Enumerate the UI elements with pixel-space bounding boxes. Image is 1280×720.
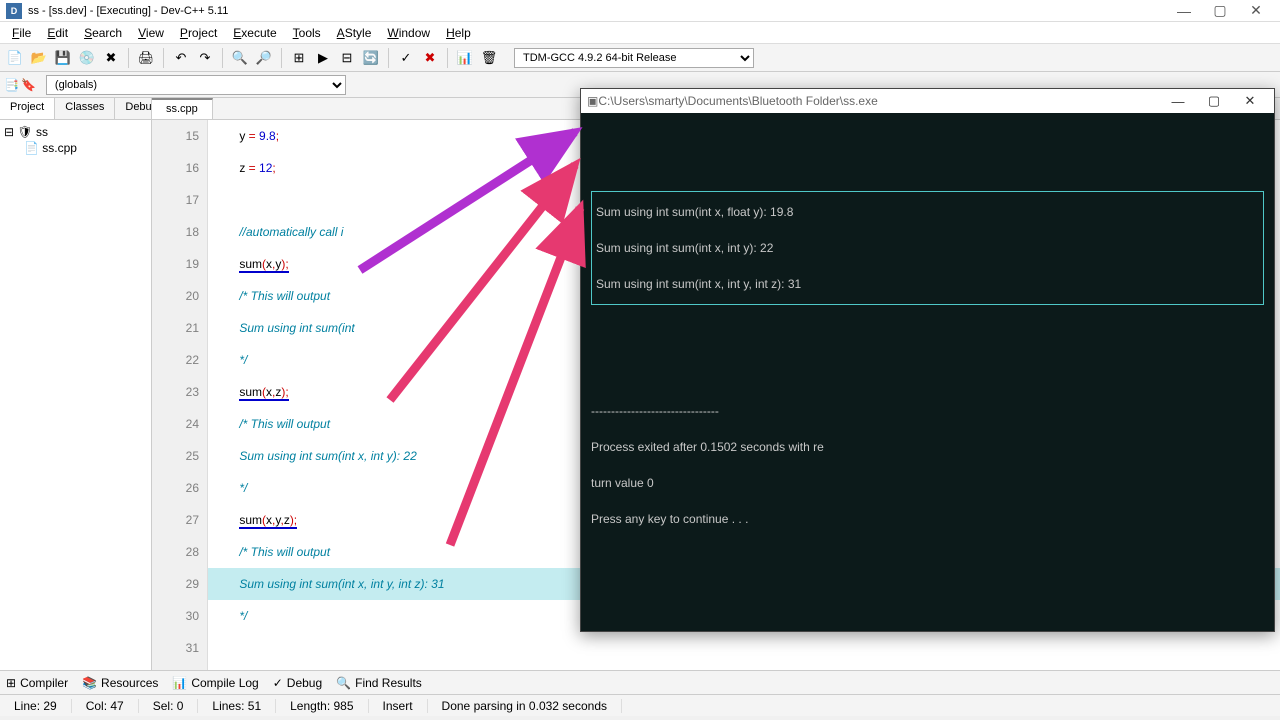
status-msg: Done parsing in 0.032 seconds <box>428 699 622 713</box>
minimize-button[interactable]: — <box>1166 1 1202 21</box>
new-icon[interactable]: 📄 <box>4 47 26 69</box>
print-icon[interactable]: 🖨 <box>135 47 157 69</box>
tree-file[interactable]: ss.cpp <box>42 141 77 155</box>
annotation-arrow-3 <box>420 190 610 560</box>
sidetab-classes[interactable]: Classes <box>55 98 115 119</box>
bottom-tabs: ⊞Compiler 📚Resources 📊Compile Log ✓Debug 🔍Fi… <box>0 670 1280 694</box>
bottomtab-compile-log[interactable]: 📊Compile Log <box>172 676 258 690</box>
console-rest: -------------------------------- Process… <box>591 393 1264 537</box>
trash-icon[interactable]: 🗑 <box>478 47 500 69</box>
menubar: FileEditSearchViewProjectExecuteToolsASt… <box>0 22 1280 44</box>
saveall-icon[interactable]: 💿 <box>76 47 98 69</box>
compile-run-icon[interactable]: ⊟ <box>336 47 358 69</box>
tree-root[interactable]: ss <box>36 125 48 139</box>
stop-icon[interactable]: ✖ <box>419 47 441 69</box>
goto-icon[interactable]: 📑 <box>4 78 19 92</box>
line-gutter: 1516171819202122232425262728293031 <box>152 120 208 670</box>
console-titlebar[interactable]: ▣ C:\Users\smarty\Documents\Bluetooth Fo… <box>581 89 1274 113</box>
bottomtab-compiler[interactable]: ⊞Compiler <box>6 676 68 690</box>
toolbar-main: 📄 📂 💾 💿 ✖ 🖨 ↶ ↷ 🔍 🔎 ⊞ ▶ ⊟ 🔄 ✓ ✖ 📊 🗑 TDM-… <box>0 44 1280 72</box>
menu-search[interactable]: Search <box>76 24 130 42</box>
close-file-icon[interactable]: ✖ <box>100 47 122 69</box>
status-line: Line: 29 <box>0 699 72 713</box>
scope-select[interactable]: (globals) <box>46 75 346 95</box>
console-minimize-button[interactable]: — <box>1160 94 1196 109</box>
run-icon[interactable]: ▶ <box>312 47 334 69</box>
console-output: Sum using int sum(int x, float y): 19.8 … <box>581 113 1274 631</box>
menu-help[interactable]: Help <box>438 24 479 42</box>
bottomtab-resources[interactable]: 📚Resources <box>82 676 158 690</box>
console-cmd-icon: ▣ <box>587 94 598 108</box>
save-icon[interactable]: 💾 <box>52 47 74 69</box>
status-lines: Lines: 51 <box>198 699 276 713</box>
console-highlight-box: Sum using int sum(int x, float y): 19.8 … <box>591 191 1264 305</box>
status-col: Col: 47 <box>72 699 139 713</box>
app-icon: D <box>6 3 22 19</box>
editor-tab-active[interactable]: ss.cpp <box>152 98 213 119</box>
redo-icon[interactable]: ↷ <box>194 47 216 69</box>
menu-view[interactable]: View <box>130 24 172 42</box>
open-icon[interactable]: 📂 <box>28 47 50 69</box>
status-insert: Insert <box>369 699 428 713</box>
console-title: C:\Users\smarty\Documents\Bluetooth Fold… <box>598 94 1160 108</box>
menu-window[interactable]: Window <box>379 24 438 42</box>
profile-icon[interactable]: 📊 <box>454 47 476 69</box>
compile-icon[interactable]: ⊞ <box>288 47 310 69</box>
titlebar: D ss - [ss.dev] - [Executing] - Dev-C++ … <box>0 0 1280 22</box>
window-title: ss - [ss.dev] - [Executing] - Dev-C++ 5.… <box>28 5 1166 17</box>
menu-file[interactable]: File <box>4 24 39 42</box>
console-window[interactable]: ▣ C:\Users\smarty\Documents\Bluetooth Fo… <box>580 88 1275 632</box>
menu-edit[interactable]: Edit <box>39 24 76 42</box>
menu-tools[interactable]: Tools <box>285 24 329 42</box>
menu-project[interactable]: Project <box>172 24 225 42</box>
replace-icon[interactable]: 🔎 <box>253 47 275 69</box>
undo-icon[interactable]: ↶ <box>170 47 192 69</box>
menu-astyle[interactable]: AStyle <box>329 24 380 42</box>
bottomtab-debug[interactable]: ✓Debug <box>273 676 322 690</box>
compiler-select[interactable]: TDM-GCC 4.9.2 64-bit Release <box>514 48 754 68</box>
debug-icon[interactable]: ✓ <box>395 47 417 69</box>
bottomtab-find-results[interactable]: 🔍Find Results <box>336 676 422 690</box>
menu-execute[interactable]: Execute <box>225 24 284 42</box>
status-length: Length: 985 <box>276 699 368 713</box>
console-maximize-button[interactable]: ▢ <box>1196 93 1232 109</box>
bookmark-icon[interactable]: 🔖 <box>21 78 36 92</box>
status-sel: Sel: 0 <box>139 699 199 713</box>
console-close-button[interactable]: ✕ <box>1232 93 1268 109</box>
close-button[interactable]: ✕ <box>1238 1 1274 21</box>
statusbar: Line: 29 Col: 47 Sel: 0 Lines: 51 Length… <box>0 694 1280 716</box>
rebuild-icon[interactable]: 🔄 <box>360 47 382 69</box>
sidebar: ProjectClassesDebug ⊟ 🛡 ss 📄 ss.cpp <box>0 98 152 670</box>
sidetab-project[interactable]: Project <box>0 98 55 119</box>
find-icon[interactable]: 🔍 <box>229 47 251 69</box>
maximize-button[interactable]: ▢ <box>1202 1 1238 21</box>
sidebar-tabs: ProjectClassesDebug <box>0 98 151 120</box>
project-tree[interactable]: ⊟ 🛡 ss 📄 ss.cpp <box>0 120 151 160</box>
